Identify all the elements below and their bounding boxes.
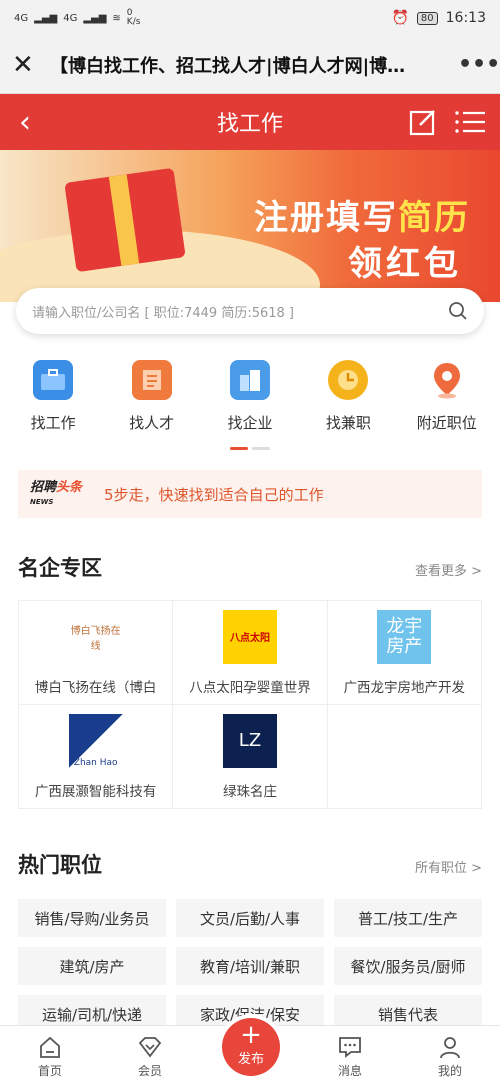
signal-bars-icon: ▂▄▆ (34, 12, 58, 24)
edit-icon[interactable] (408, 107, 438, 137)
job-category[interactable]: 普工/技工/生产 (334, 899, 482, 937)
news-logo: 招聘头条 NEWS (30, 480, 83, 506)
signal-bars-icon: ▂▄▆ (83, 12, 107, 24)
company-card[interactable]: 龙宇 房产 广西龙宇房地产开发 (327, 601, 482, 705)
battery-indicator: 80 (416, 11, 438, 25)
nav-member[interactable]: 会员 (110, 1034, 190, 1079)
plus-icon: + (240, 1020, 262, 1050)
message-icon (339, 1037, 361, 1058)
company-card[interactable]: LZ 绿珠名庄 (173, 705, 328, 809)
gift-box-illustration (64, 167, 186, 273)
company-card[interactable]: Zhan Hao 广西展灏智能科技有 (19, 705, 174, 809)
company-logo: LZ (222, 713, 277, 768)
close-icon[interactable]: ✕ (12, 50, 42, 80)
search-placeholder: 请输入职位/公司名 [ 职位:7449 简历:5618 ] (32, 305, 294, 321)
job-category[interactable]: 餐饮/服务员/厨师 (334, 947, 482, 985)
job-category[interactable]: 销售/导购/业务员 (18, 899, 166, 937)
promo-banner[interactable]: 注册填写简历 领红包 (0, 150, 500, 302)
nav-mine[interactable]: 我的 (410, 1034, 490, 1079)
job-category[interactable]: 建筑/房产 (18, 947, 166, 985)
signal-4g-2: 4G (63, 12, 78, 24)
clock-icon (328, 360, 369, 400)
nav-message[interactable]: 消息 (310, 1034, 390, 1079)
section-title: 名企专区 (18, 556, 102, 580)
status-right: ⏰ 80 16:13 (391, 10, 486, 26)
company-logo: 八点太阳 (222, 609, 277, 664)
company-card[interactable]: 博白飞扬在线 博白飞扬在线（博白 (19, 601, 174, 705)
user-icon (440, 1037, 460, 1059)
briefcase-icon (33, 360, 74, 400)
carousel-dots (0, 447, 500, 450)
hot-jobs-grid: 销售/导购/业务员 文员/后勤/人事 普工/技工/生产 建筑/房产 教育/培训/… (18, 899, 482, 1033)
hot-jobs-header: 热门职位 所有职位 > (0, 849, 500, 879)
wifi-icon: ≋ (112, 12, 121, 24)
quick-nearby-jobs[interactable]: 附近职位 (399, 360, 495, 433)
menu-icon[interactable] (454, 109, 486, 135)
section-title: 热门职位 (18, 853, 102, 877)
search-icon[interactable] (448, 301, 468, 321)
company-name: 广西龙宇房地产开发 (343, 679, 466, 696)
building-icon (229, 360, 270, 400)
famous-companies-header: 名企专区 查看更多 > (0, 552, 500, 582)
company-card-empty (327, 705, 482, 809)
network-indicators: 4G ▂▄▆ 4G ▂▄▆ ≋ 0 K/s (14, 9, 140, 27)
company-name: 博白飞扬在线（博白 (34, 679, 157, 696)
quick-find-talent[interactable]: 找人才 (104, 360, 200, 433)
view-more-link[interactable]: 查看更多 > (415, 560, 482, 579)
browser-toolbar: ✕ 【博白找工作、招工找人才|博白人才网|博… ••• (0, 36, 500, 94)
company-name: 绿珠名庄 (222, 783, 277, 800)
job-category[interactable]: 教育/培训/兼职 (176, 947, 324, 985)
home-icon (40, 1036, 60, 1058)
all-jobs-link[interactable]: 所有职位 > (415, 857, 482, 876)
quick-entry-row: 找工作 找人才 找企业 找兼职 附近职位 (0, 334, 500, 433)
app-header: ‹ 找工作 (0, 94, 500, 150)
search-input[interactable]: 请输入职位/公司名 [ 职位:7449 简历:5618 ] (16, 288, 484, 334)
news-headline-bar[interactable]: 招聘头条 NEWS 5步走，快速找到适合自己的工作 (18, 470, 482, 518)
quick-find-job[interactable]: 找工作 (5, 360, 101, 433)
alarm-icon: ⏰ (391, 10, 409, 26)
browser-page-title: 【博白找工作、招工找人才|博白人才网|博… (50, 55, 406, 77)
job-category[interactable]: 文员/后勤/人事 (176, 899, 324, 937)
banner-headline: 注册填写简历 (254, 198, 470, 238)
quick-find-company[interactable]: 找企业 (202, 360, 298, 433)
signal-4g-1: 4G (14, 12, 29, 24)
resume-icon (131, 360, 172, 400)
status-bar: 4G ▂▄▆ 4G ▂▄▆ ≋ 0 K/s ⏰ 80 16:13 (0, 0, 500, 36)
banner-subline: 领红包 (348, 244, 462, 284)
location-pin-icon (427, 360, 467, 400)
net-speed: 0 K/s (126, 8, 141, 27)
more-options-icon[interactable]: ••• (458, 52, 500, 77)
company-name: 广西展灏智能科技有 (34, 783, 157, 800)
clock: 16:13 (445, 10, 486, 26)
quick-part-time[interactable]: 找兼职 (300, 360, 396, 433)
company-logo: Zhan Hao (68, 713, 123, 768)
publish-button[interactable]: + 发布 (222, 1018, 280, 1076)
company-logo: 博白飞扬在线 (70, 625, 121, 652)
back-icon[interactable]: ‹ (0, 105, 50, 140)
company-name: 八点太阳孕婴童世界 (189, 679, 311, 696)
company-card[interactable]: 八点太阳 八点太阳孕婴童世界 (173, 601, 328, 705)
company-logo: 龙宇 房产 (377, 609, 432, 664)
diamond-icon (138, 1037, 162, 1058)
nav-home[interactable]: 首页 (10, 1034, 90, 1079)
news-text: 5步走，快速找到适合自己的工作 (104, 485, 324, 504)
company-grid: 博白飞扬在线 博白飞扬在线（博白 八点太阳 八点太阳孕婴童世界 龙宇 房产 广西… (18, 600, 482, 809)
